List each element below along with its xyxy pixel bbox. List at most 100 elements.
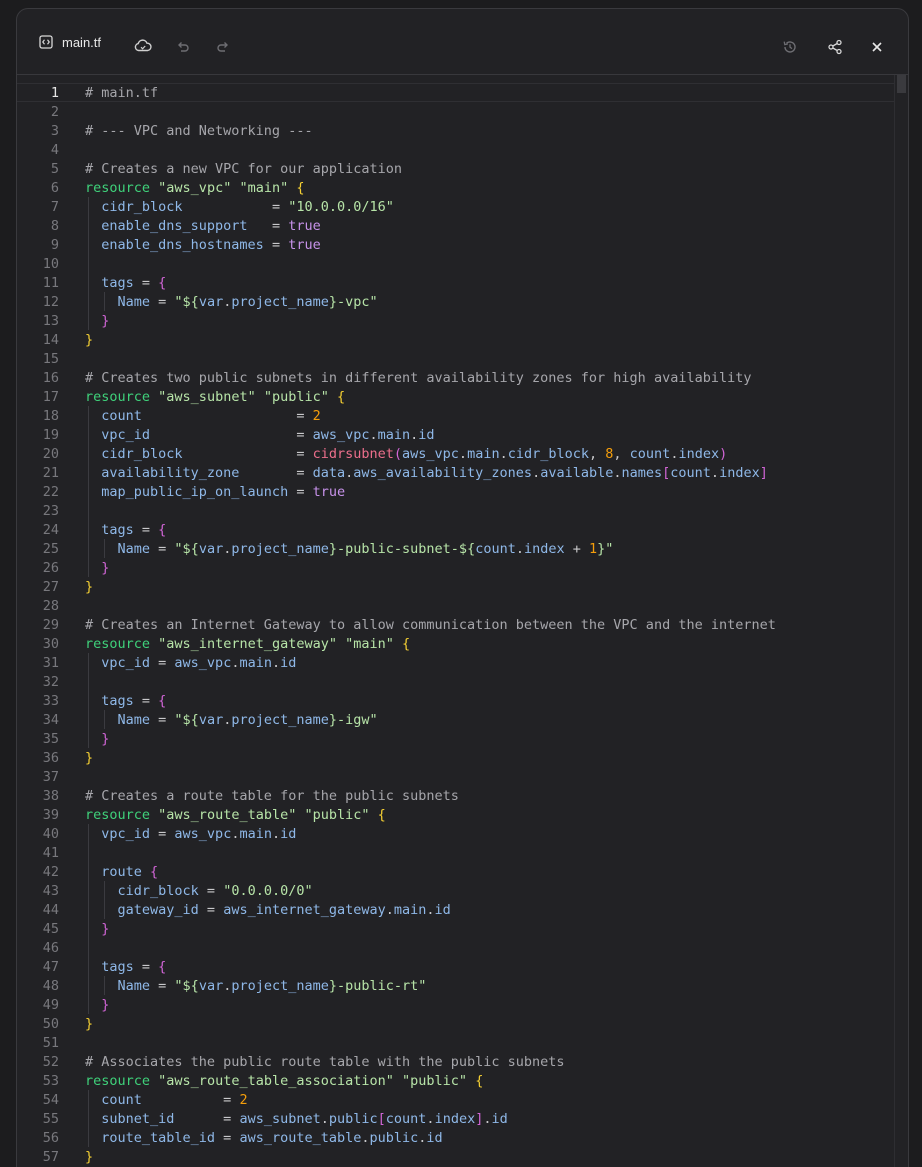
- code-line[interactable]: 38 # Creates a route table for the public…: [17, 786, 895, 805]
- code-line[interactable]: 10: [17, 254, 895, 273]
- code-line[interactable]: 33 tags = {: [17, 691, 895, 710]
- code-line[interactable]: 43 cidr_block = "0.0.0.0/0": [17, 881, 895, 900]
- code-line[interactable]: 55 subnet_id = aws_subnet.public[count.i…: [17, 1109, 895, 1128]
- code-line[interactable]: 51: [17, 1033, 895, 1052]
- code-text: tags = {: [85, 693, 166, 709]
- code-line[interactable]: 14}: [17, 330, 895, 349]
- code-line[interactable]: 39 resource "aws_route_table" "public" {: [17, 805, 895, 824]
- code-line[interactable]: 12 Name = "${var.project_name}-vpc": [17, 292, 895, 311]
- code-line[interactable]: 40 vpc_id = aws_vpc.main.id: [17, 824, 895, 843]
- line-number: 9: [50, 236, 59, 253]
- code-line[interactable]: 52 # Associates the public route table wi…: [17, 1052, 895, 1071]
- undo-icon[interactable]: [176, 40, 190, 54]
- line-number: 30: [42, 635, 59, 652]
- code-text: cidr_block = "10.0.0.0/16": [85, 199, 394, 215]
- code-token: .: [361, 1129, 370, 1146]
- code-line[interactable]: 32: [17, 672, 895, 691]
- line-number: 23: [42, 502, 59, 519]
- code-token: .: [499, 445, 508, 462]
- code-line[interactable]: 18 count = 2: [17, 406, 895, 425]
- scrollbar-thumb[interactable]: [897, 75, 906, 93]
- code-line[interactable]: 29 # Creates an Internet Gateway to allow…: [17, 615, 895, 634]
- code-line[interactable]: 45 }: [17, 919, 895, 938]
- code-line[interactable]: 44 gateway_id = aws_internet_gateway.mai…: [17, 900, 895, 919]
- code-line[interactable]: 16 # Creates two public subnets in differ…: [17, 368, 895, 387]
- line-number: 25: [42, 540, 59, 557]
- code-text: # --- VPC and Networking ---: [85, 123, 313, 139]
- code-line[interactable]: 25 Name = "${var. project_name}-public-su…: [17, 539, 895, 558]
- code-line[interactable]: 48 Name = "${var.project_name}-public-rt…: [17, 976, 895, 995]
- code-line[interactable]: 5 # Creates a new VPC for our application: [17, 159, 895, 178]
- code-line[interactable]: 21 availability_zone = data.aws_availabi…: [17, 463, 895, 482]
- code-text: # Creates a route table for the public s…: [85, 788, 459, 804]
- code-token: }: [85, 1015, 94, 1032]
- code-line[interactable]: 20 cidr_block = cidrsubnet(aws_vpc.main.…: [17, 444, 895, 463]
- cloud-sync-icon[interactable]: [134, 38, 152, 54]
- code-text: vpc_id = aws_vpc.main.id: [85, 826, 296, 842]
- code-editor[interactable]: 1 # main.tf 2 3 # --- VPC and Networking ---…: [17, 75, 908, 1167]
- code-line[interactable]: 11 tags = {: [17, 273, 895, 292]
- code-line[interactable]: 34 Name = "${var.project_name}-igw": [17, 710, 895, 729]
- code-token: vpc_id: [85, 426, 151, 443]
- close-icon[interactable]: [870, 40, 884, 54]
- code-line[interactable]: 4: [17, 140, 895, 159]
- redo-icon[interactable]: [216, 40, 230, 54]
- code-token: subnet_id: [85, 1110, 175, 1127]
- code-line[interactable]: 1 # main.tf: [17, 83, 895, 102]
- editor-scrollbar[interactable]: [894, 75, 908, 1167]
- line-number: 45: [42, 920, 59, 937]
- code-line[interactable]: 31 vpc_id = aws_vpc.main.id: [17, 653, 895, 672]
- file-tab[interactable]: main.tf: [39, 33, 101, 51]
- code-line[interactable]: 47 tags = {: [17, 957, 895, 976]
- history-icon[interactable]: [782, 39, 798, 55]
- code-line[interactable]: 26 }: [17, 558, 895, 577]
- code-line[interactable]: 15: [17, 349, 895, 368]
- code-token: id: [491, 1110, 508, 1127]
- code-line[interactable]: 2: [17, 102, 895, 121]
- code-line[interactable]: 54 count = 2: [17, 1090, 895, 1109]
- code-line[interactable]: 8 enable_dns_support = true: [17, 216, 895, 235]
- code-line[interactable]: 6 resource "aws_vpc" "main" {: [17, 178, 895, 197]
- code-line[interactable]: 49 }: [17, 995, 895, 1014]
- code-line[interactable]: 46: [17, 938, 895, 957]
- code-token: "public": [263, 388, 329, 405]
- code-line[interactable]: 17 resource "aws_subnet" "public" {: [17, 387, 895, 406]
- code-token: project_name: [231, 711, 329, 728]
- share-icon[interactable]: [827, 39, 843, 55]
- line-number: 47: [42, 958, 59, 975]
- code-line[interactable]: 42 route {: [17, 862, 895, 881]
- code-token: =: [150, 293, 175, 310]
- code-line[interactable]: 37: [17, 767, 895, 786]
- code-token: .: [710, 464, 720, 481]
- code-line[interactable]: 19 vpc_id = aws_vpc.main.id: [17, 425, 895, 444]
- code-line[interactable]: 30 resource "aws_internet_gateway" "main"…: [17, 634, 895, 653]
- code-line[interactable]: 24 tags = {: [17, 520, 895, 539]
- code-line[interactable]: 22 map_public_ip_on_launch = true: [17, 482, 895, 501]
- code-line[interactable]: 3 # --- VPC and Networking ---: [17, 121, 895, 140]
- code-line[interactable]: 35 }: [17, 729, 895, 748]
- code-token: map_public_ip_on_launch: [85, 483, 289, 500]
- code-token: [: [377, 1110, 386, 1127]
- code-line[interactable]: 13 }: [17, 311, 895, 330]
- code-line[interactable]: 7 cidr_block = "10.0.0.0/16": [17, 197, 895, 216]
- code-token: tags: [85, 521, 134, 538]
- line-number: 14: [42, 331, 59, 348]
- code-line[interactable]: 36}: [17, 748, 895, 767]
- code-token: "aws_route_table": [158, 806, 297, 823]
- code-line[interactable]: 53 resource "aws_route_table_association"…: [17, 1071, 895, 1090]
- line-number: 56: [42, 1129, 59, 1146]
- code-line[interactable]: 50}: [17, 1014, 895, 1033]
- line-number: 51: [42, 1034, 59, 1051]
- code-text: # main.tf: [85, 85, 158, 101]
- code-line[interactable]: 23: [17, 501, 895, 520]
- code-line[interactable]: 57}: [17, 1147, 895, 1166]
- code-line[interactable]: 27}: [17, 577, 895, 596]
- code-token: available: [540, 464, 614, 481]
- code-text: # Creates an Internet Gateway to allow c…: [85, 617, 776, 633]
- code-line[interactable]: 9 enable_dns_hostnames = true: [17, 235, 895, 254]
- code-line[interactable]: 41: [17, 843, 895, 862]
- code-line[interactable]: 56 route_table_id = aws_route_table.publ…: [17, 1128, 895, 1147]
- line-number: 19: [42, 426, 59, 443]
- code-line[interactable]: 28: [17, 596, 895, 615]
